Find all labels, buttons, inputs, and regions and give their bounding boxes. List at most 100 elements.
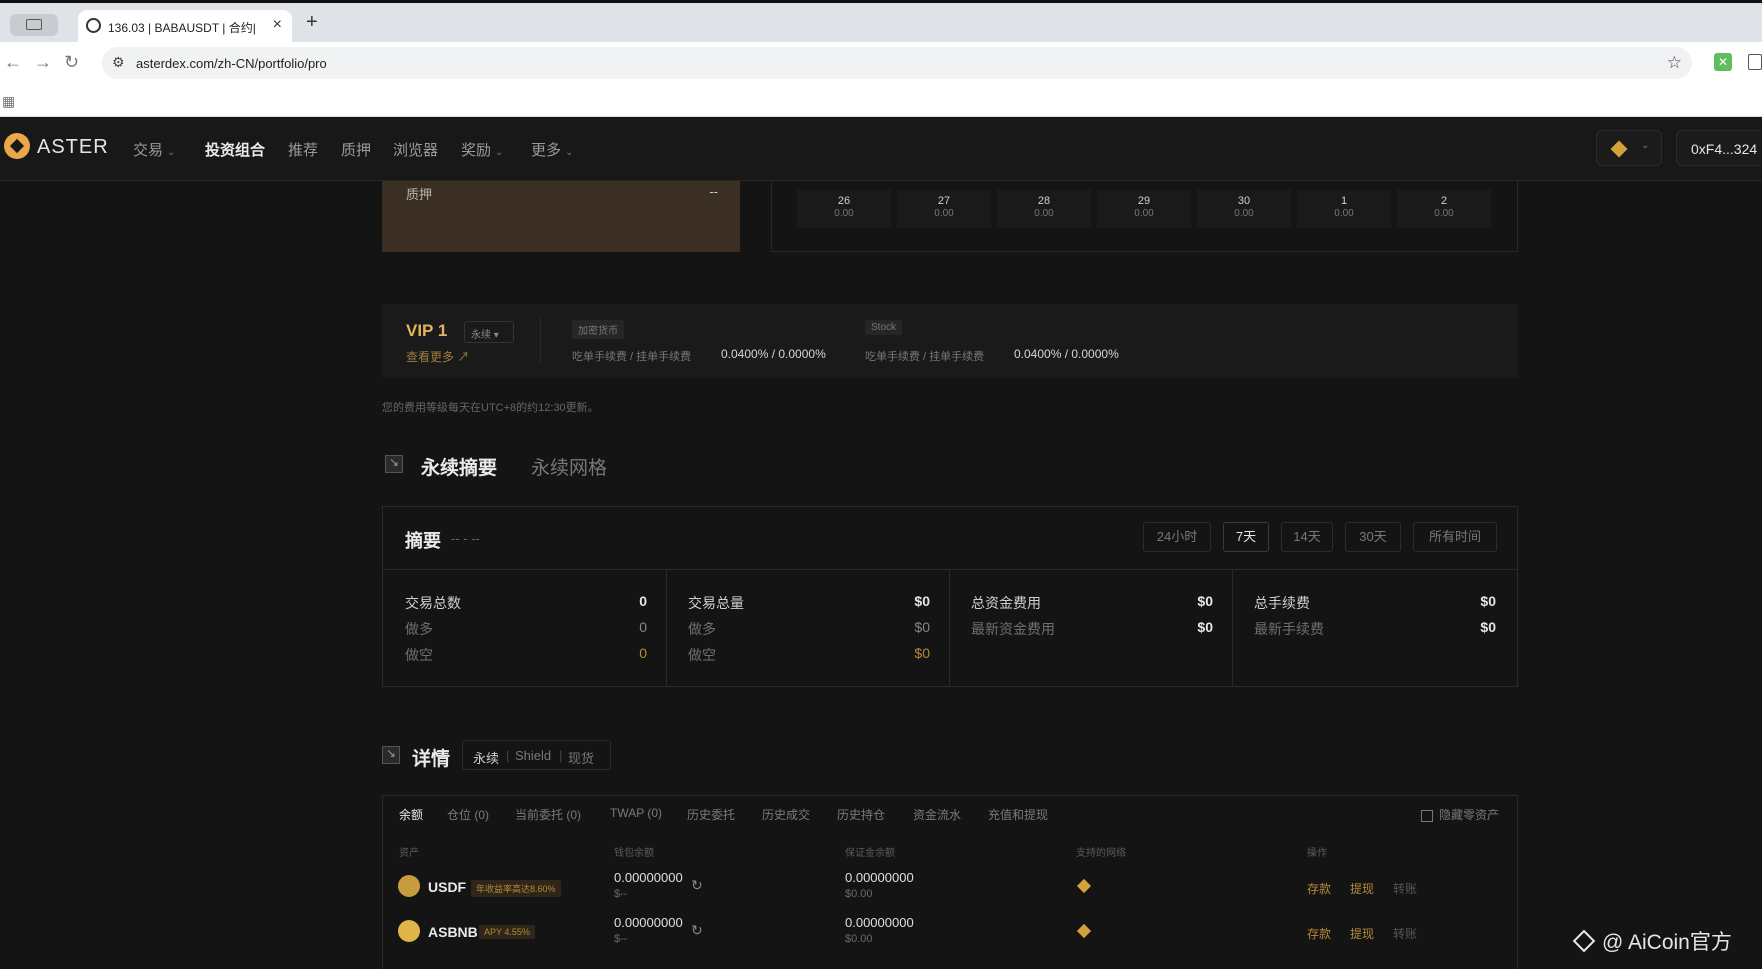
tab-spot[interactable]: 现货	[568, 748, 594, 767]
wallet-button[interactable]: 0xF4...324	[1676, 130, 1762, 166]
calendar-day-number: 27	[937, 195, 951, 207]
calendar-day[interactable]: 26 0.00	[797, 190, 891, 228]
nav-referral[interactable]: 推荐	[288, 139, 318, 160]
long-trades-label: 做多	[405, 621, 433, 637]
long-trades-value: 0	[639, 619, 647, 635]
bnb-chain-icon	[1076, 878, 1092, 894]
range-7d-button[interactable]: 7天	[1223, 522, 1269, 552]
fee-type-select[interactable]: 永续 ▾	[464, 321, 514, 343]
close-tab-icon[interactable]: ×	[273, 16, 282, 34]
total-funding-value: $0	[1197, 593, 1213, 609]
column-header: 操作	[1307, 848, 1327, 859]
calendar-day[interactable]: 1 0.00	[1297, 190, 1391, 228]
tab-twap[interactable]: TWAP (0)	[610, 806, 662, 820]
back-icon[interactable]: ←	[4, 52, 22, 73]
crypto-fee-label: 吃单手续费 / 挂单手续费	[572, 351, 692, 363]
hide-zero-checkbox[interactable]: 隐藏零资产	[1420, 806, 1499, 823]
range-all-button[interactable]: 所有时间	[1413, 522, 1497, 552]
bookmarks-bar: ▦	[0, 85, 1762, 117]
reload-icon[interactable]: ↻	[64, 52, 79, 73]
tab-open-orders[interactable]: 当前委托 (0)	[515, 806, 581, 823]
calendar-day[interactable]: 29 0.00	[1097, 190, 1191, 228]
range-24h-button[interactable]: 24小时	[1143, 522, 1211, 552]
latest-fees-label: 最新手续费	[1254, 621, 1324, 637]
calendar-day[interactable]: 2 0.00	[1397, 190, 1491, 228]
sidepanel-icon[interactable]	[1748, 54, 1762, 70]
short-volume-value: $0	[914, 645, 930, 661]
nav-more[interactable]: 更多 ⌄	[531, 139, 573, 160]
logo-text[interactable]: ASTER	[37, 136, 109, 159]
site-settings-icon[interactable]: ⚙	[112, 54, 125, 71]
range-14d-button[interactable]: 14天	[1281, 522, 1333, 552]
tab-deposit-withdraw[interactable]: 充值和提现	[988, 806, 1048, 823]
calendar-day[interactable]: 27 0.00	[897, 190, 991, 228]
chain-selector[interactable]: ⌄	[1596, 130, 1662, 166]
tab-trade-history[interactable]: 历史成交	[762, 806, 810, 823]
tab-group-button[interactable]	[10, 14, 58, 36]
transfer-button[interactable]: 转账	[1393, 925, 1417, 942]
divider	[383, 569, 1517, 570]
calendar-day-value: 0.00	[834, 208, 854, 219]
calendar-day-value: 0.00	[934, 208, 954, 219]
deposit-button[interactable]: 存款	[1307, 925, 1331, 942]
new-tab-icon[interactable]: +	[306, 11, 318, 34]
calendar-day[interactable]: 30 0.00	[1197, 190, 1291, 228]
collapse-icon[interactable]	[382, 746, 400, 764]
view-more-link[interactable]: 查看更多 ↗	[406, 348, 469, 365]
apps-grid-icon[interactable]: ▦	[2, 93, 15, 110]
asbnb-coin-icon	[398, 920, 420, 942]
collapse-icon[interactable]	[385, 455, 403, 473]
tab-perp-summary[interactable]: 永续摘要	[421, 453, 497, 480]
deposit-button[interactable]: 存款	[1307, 880, 1331, 897]
fee-update-note: 您的费用等级每天在UTC+8的约12:30更新。	[382, 402, 599, 414]
divider	[1232, 569, 1233, 687]
range-30d-button[interactable]: 30天	[1345, 522, 1401, 552]
withdraw-button[interactable]: 提现	[1350, 925, 1374, 942]
divider	[666, 569, 667, 687]
nav-portfolio[interactable]: 投资组合	[205, 139, 265, 160]
browser-toolbar: ← → ↻ ⚙ asterdex.com/zh-CN/portfolio/pro…	[0, 42, 1762, 85]
transfer-button[interactable]: 转账	[1393, 880, 1417, 897]
latest-funding-value: $0	[1197, 619, 1213, 635]
asset-name: ASBNB	[428, 924, 478, 940]
tab-position-history[interactable]: 历史持仓	[837, 806, 885, 823]
tab-shield[interactable]: Shield	[515, 748, 551, 763]
withdraw-button[interactable]: 提现	[1350, 880, 1374, 897]
address-bar[interactable]: ⚙ asterdex.com/zh-CN/portfolio/pro ☆	[102, 47, 1692, 79]
calendar-day[interactable]: 28 0.00	[997, 190, 1091, 228]
tab-funding-flow[interactable]: 资金流水	[913, 806, 961, 823]
refresh-icon[interactable]: ↻	[691, 877, 703, 894]
total-volume-label: 交易总量	[688, 595, 744, 611]
asset-name: USDF	[428, 879, 467, 895]
long-volume-label: 做多	[688, 621, 716, 637]
tab-order-history[interactable]: 历史委托	[687, 806, 735, 823]
crypto-fee-value: 0.0400% / 0.0000%	[721, 347, 826, 361]
forward-icon[interactable]: →	[34, 52, 52, 73]
nav-explorer[interactable]: 浏览器	[393, 139, 438, 160]
balances-table: 余额 仓位 (0) 当前委托 (0) TWAP (0) 历史委托 历史成交 历史…	[382, 795, 1518, 969]
tab-perp-grid[interactable]: 永续网格	[531, 453, 607, 480]
browser-tab[interactable]: 136.03 | BABAUSDT | 合约| A ×	[78, 10, 292, 45]
tab-perp[interactable]: 永续	[473, 748, 499, 767]
total-volume-value: $0	[914, 593, 930, 609]
pnl-calendar: 26 0.00 27 0.00 28 0.00 29 0.00 30 0.00 1 0.00…	[771, 181, 1518, 252]
chevron-down-icon: ⌄	[167, 147, 176, 158]
nav-rewards[interactable]: 奖励 ⌄	[461, 139, 503, 160]
refresh-icon[interactable]: ↻	[691, 922, 703, 939]
stock-fee-label: 吃单手续费 / 挂单手续费	[865, 351, 985, 363]
extension-icon[interactable]: ✕	[1714, 53, 1732, 71]
calendar-day-number: 2	[1440, 195, 1448, 207]
tab-balance[interactable]: 余额	[399, 806, 423, 823]
latest-funding-label: 最新资金费用	[971, 621, 1055, 637]
nav-trade[interactable]: 交易 ⌄	[133, 139, 175, 160]
summary-date-range: -- - --	[451, 531, 480, 546]
nav-rewards-label: 奖励	[461, 142, 492, 159]
column-header: 钱包余额	[614, 848, 654, 859]
nav-trade-label: 交易	[133, 142, 164, 159]
summary-title: 摘要	[405, 531, 441, 551]
bookmark-star-icon[interactable]: ☆	[1667, 53, 1682, 73]
nav-stake[interactable]: 质押	[341, 139, 371, 160]
calendar-day-number: 1	[1340, 195, 1348, 207]
aster-logo-icon[interactable]	[4, 133, 30, 159]
tab-positions[interactable]: 仓位 (0)	[447, 806, 489, 823]
